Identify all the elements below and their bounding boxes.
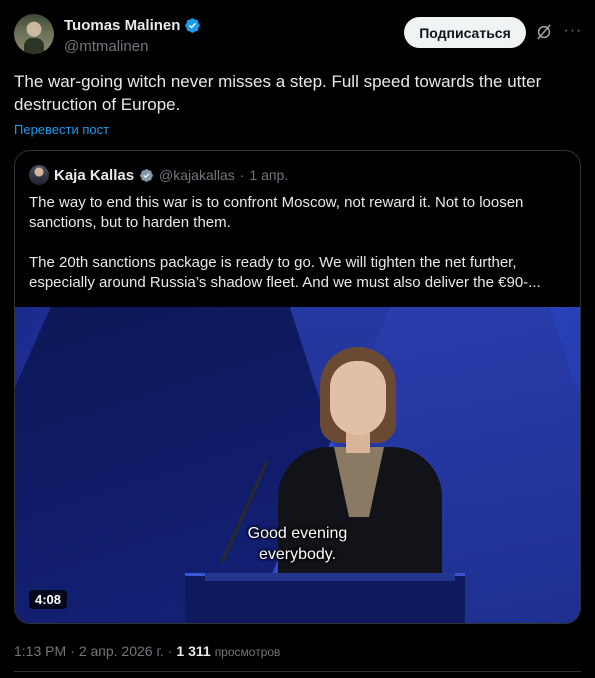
views-label: просмотров xyxy=(214,645,281,659)
author-handle[interactable]: @mtmalinen xyxy=(64,38,148,55)
quoted-date[interactable]: 1 апр. xyxy=(249,167,288,183)
quoted-text: The way to end this war is to confront M… xyxy=(29,193,569,313)
quoted-paragraph-1: The way to end this war is to confront M… xyxy=(29,194,524,231)
quoted-paragraph-2: The 20th sanctions package is ready to g… xyxy=(29,254,541,291)
video-player[interactable]: Good evening everybody. 4:08 xyxy=(15,307,580,623)
subtitle-line-1: Good evening xyxy=(247,525,348,542)
subtitle-line-2: everybody. xyxy=(258,546,337,563)
quoted-avatar[interactable] xyxy=(29,165,49,185)
post-date[interactable]: 2 апр. 2026 г. xyxy=(79,643,164,659)
video-subtitle: Good evening everybody. xyxy=(15,523,580,565)
author-display-name[interactable]: Tuomas Malinen xyxy=(64,17,180,34)
post-text: The war-going witch never misses a step.… xyxy=(14,72,542,114)
avatar[interactable] xyxy=(14,14,54,54)
podium-edge xyxy=(205,573,455,581)
verified-badge-icon xyxy=(185,18,201,33)
post-time[interactable]: 1:13 PM xyxy=(14,643,66,659)
translate-post-link[interactable]: Перевести пост xyxy=(14,122,109,137)
post-header: Tuomas Malinen @mtmalinen Подписаться ··… xyxy=(14,14,581,58)
quoted-post[interactable]: Kaja Kallas @kajakallas · 1 апр. The way… xyxy=(14,150,581,624)
quoted-handle[interactable]: @kajakallas xyxy=(159,167,235,183)
quoted-separator: · xyxy=(239,167,245,183)
video-duration-badge: 4:08 xyxy=(29,590,68,609)
post-meta: 1:13 PM · 2 апр. 2026 г. · 1 311 просмот… xyxy=(14,643,280,659)
follow-button[interactable]: Подписаться xyxy=(404,17,526,48)
grok-icon[interactable] xyxy=(534,22,554,42)
quoted-verified-badge-icon xyxy=(140,168,153,182)
views-count: 1 311 xyxy=(176,643,211,659)
quoted-post-header: Kaja Kallas @kajakallas · 1 апр. xyxy=(29,165,288,185)
meta-separator: · xyxy=(167,643,173,659)
quoted-display-name[interactable]: Kaja Kallas xyxy=(54,167,134,184)
divider xyxy=(14,671,581,672)
more-icon[interactable]: ··· xyxy=(562,20,584,42)
author-name-row: Tuomas Malinen xyxy=(64,17,201,34)
meta-separator: · xyxy=(70,643,75,659)
